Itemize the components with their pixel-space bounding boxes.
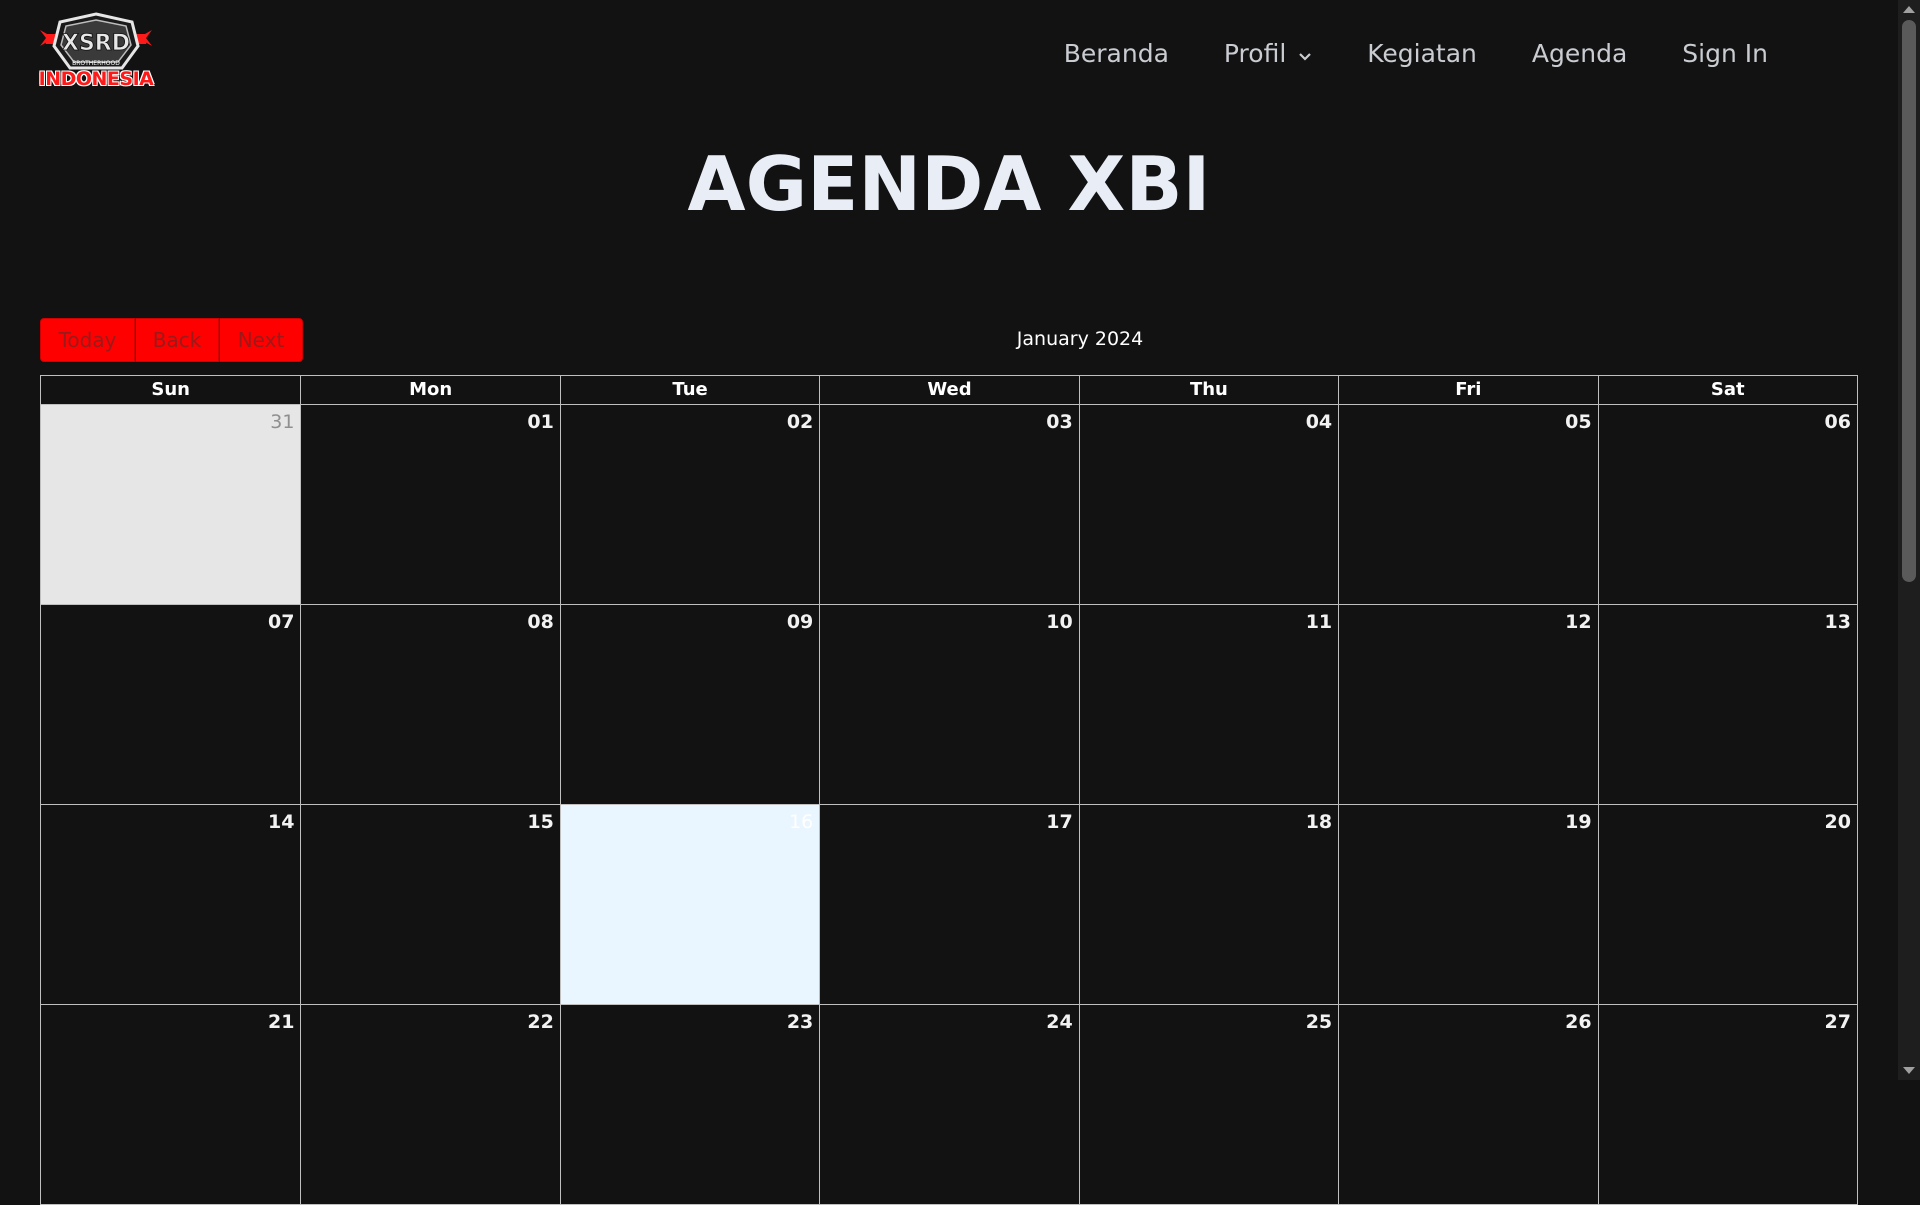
- nav-label: Sign In: [1682, 38, 1768, 68]
- day-cell[interactable]: 21: [41, 1005, 300, 1204]
- weekday-sat: Sat: [1597, 376, 1857, 404]
- day-cell[interactable]: 31: [41, 405, 301, 604]
- day-number: 01: [527, 411, 554, 433]
- day-cell[interactable]: 13: [1597, 605, 1857, 804]
- day-number: 14: [267, 811, 295, 833]
- day-cell[interactable]: 27: [1597, 1005, 1857, 1204]
- day-cell[interactable]: 24: [819, 1005, 1078, 1204]
- day-number: 31: [270, 411, 295, 433]
- page: XSRD BROTHERHOOD INDONESIA Beranda Profi…: [0, 0, 1898, 1205]
- nav-label: Profil: [1223, 38, 1287, 68]
- day-number: 07: [267, 611, 295, 633]
- day-cell[interactable]: 09: [559, 605, 819, 804]
- back-button[interactable]: Back: [135, 318, 219, 362]
- day-number: 26: [1565, 1011, 1592, 1033]
- weekday-mon: Mon: [300, 376, 559, 404]
- nav-item-agenda[interactable]: Agenda: [1532, 36, 1627, 70]
- day-number: 13: [1824, 611, 1851, 633]
- day-cell[interactable]: 05: [1338, 405, 1597, 604]
- weekday-fri: Fri: [1338, 376, 1597, 404]
- day-cell[interactable]: 14: [41, 805, 300, 1004]
- day-cell[interactable]: 17: [819, 805, 1078, 1004]
- weekday-wed: Wed: [819, 376, 1078, 404]
- month-label: January 2024: [1016, 328, 1144, 350]
- day-number: 10: [1046, 611, 1073, 633]
- day-number: 18: [1305, 811, 1333, 833]
- nav-label: Beranda: [1063, 38, 1169, 68]
- day-cell[interactable]: 18: [1078, 805, 1338, 1004]
- day-number: 06: [1824, 411, 1851, 433]
- day-number: 22: [527, 1011, 554, 1033]
- nav-item-beranda[interactable]: Beranda: [1064, 36, 1169, 70]
- day-number: 09: [786, 611, 814, 633]
- svg-text:XSRD: XSRD: [62, 31, 130, 56]
- day-number: 19: [1565, 811, 1592, 833]
- day-cell[interactable]: 22: [300, 1005, 559, 1204]
- day-cell[interactable]: 15: [300, 805, 559, 1004]
- day-cell[interactable]: 02: [559, 405, 819, 604]
- day-cell[interactable]: 11: [1078, 605, 1338, 804]
- day-number: 05: [1565, 411, 1592, 433]
- day-cell[interactable]: 04: [1078, 405, 1338, 604]
- svg-text:BROTHERHOOD: BROTHERHOOD: [72, 60, 120, 67]
- nav-label: Agenda: [1531, 38, 1628, 68]
- chevron-down-icon: [1298, 39, 1312, 68]
- page-title: AGENDA XBI: [687, 140, 1211, 228]
- weekday-sun: Sun: [151, 379, 190, 400]
- day-cell[interactable]: 26: [1338, 1005, 1597, 1204]
- day-cell[interactable]: 23: [559, 1005, 819, 1204]
- calendar-toolbar: Today Back Next: [40, 318, 303, 362]
- main-nav: Beranda Profil Kegiatan Agenda Sign In: [1064, 36, 1768, 70]
- day-number: 25: [1305, 1011, 1333, 1033]
- scrollbar-thumb[interactable]: [1902, 20, 1916, 582]
- day-number: 17: [1046, 811, 1073, 833]
- day-number: 24: [1046, 1011, 1073, 1033]
- day-cell[interactable]: 25: [1078, 1005, 1338, 1204]
- logo-wordmark: INDONESIA: [38, 68, 154, 90]
- day-cell[interactable]: 20: [1597, 805, 1857, 1004]
- scroll-down-arrow-icon[interactable]: [1903, 1067, 1915, 1074]
- vertical-scrollbar[interactable]: [1898, 0, 1920, 1080]
- day-number: 08: [527, 611, 554, 633]
- day-cell[interactable]: 07: [41, 605, 300, 804]
- day-number: 16: [789, 811, 814, 833]
- day-cell[interactable]: 12: [1338, 605, 1597, 804]
- day-number: 02: [786, 411, 814, 433]
- day-number: 23: [786, 1011, 814, 1033]
- calendar-week: 21 22 23 24 25 26 27: [41, 1004, 1857, 1204]
- day-cell-today[interactable]: 16: [559, 805, 820, 1004]
- nav-item-profil[interactable]: Profil: [1224, 36, 1312, 70]
- weekday-thu: Thu: [1078, 376, 1338, 404]
- calendar-week: 07 08 09 10 11 12 13: [41, 604, 1857, 804]
- month-calendar: Sun Mon Tue Wed Thu Fri Sat 31 01 02 03 …: [40, 375, 1858, 1205]
- calendar-week: 14 15 16 17 18 19 20: [41, 804, 1857, 1004]
- weekday-tue: Tue: [559, 376, 819, 404]
- day-number: 12: [1565, 611, 1592, 633]
- day-number: 03: [1046, 411, 1073, 433]
- scroll-up-arrow-icon[interactable]: [1903, 6, 1915, 13]
- day-cell[interactable]: 10: [819, 605, 1078, 804]
- nav-item-kegiatan[interactable]: Kegiatan: [1367, 36, 1477, 70]
- day-number: 20: [1824, 811, 1851, 833]
- day-cell[interactable]: 01: [300, 405, 559, 604]
- today-button[interactable]: Today: [40, 318, 135, 362]
- nav-label: Kegiatan: [1367, 38, 1477, 68]
- nav-item-sign-in[interactable]: Sign In: [1682, 36, 1768, 70]
- day-cell[interactable]: 03: [819, 405, 1078, 604]
- day-cell[interactable]: 08: [300, 605, 559, 804]
- day-number: 15: [527, 811, 554, 833]
- day-cell[interactable]: 06: [1597, 405, 1857, 604]
- weekday-header: Sun Mon Tue Wed Thu Fri Sat: [41, 376, 1857, 404]
- day-number: 04: [1305, 411, 1333, 433]
- day-number: 11: [1305, 611, 1333, 633]
- day-cell[interactable]: 19: [1338, 805, 1597, 1004]
- next-button[interactable]: Next: [219, 318, 303, 362]
- day-number: 21: [267, 1011, 295, 1033]
- brand-logo[interactable]: XSRD BROTHERHOOD INDONESIA: [38, 12, 154, 92]
- calendar-week: 31 01 02 03 04 05 06: [41, 404, 1857, 604]
- day-number: 27: [1824, 1011, 1851, 1033]
